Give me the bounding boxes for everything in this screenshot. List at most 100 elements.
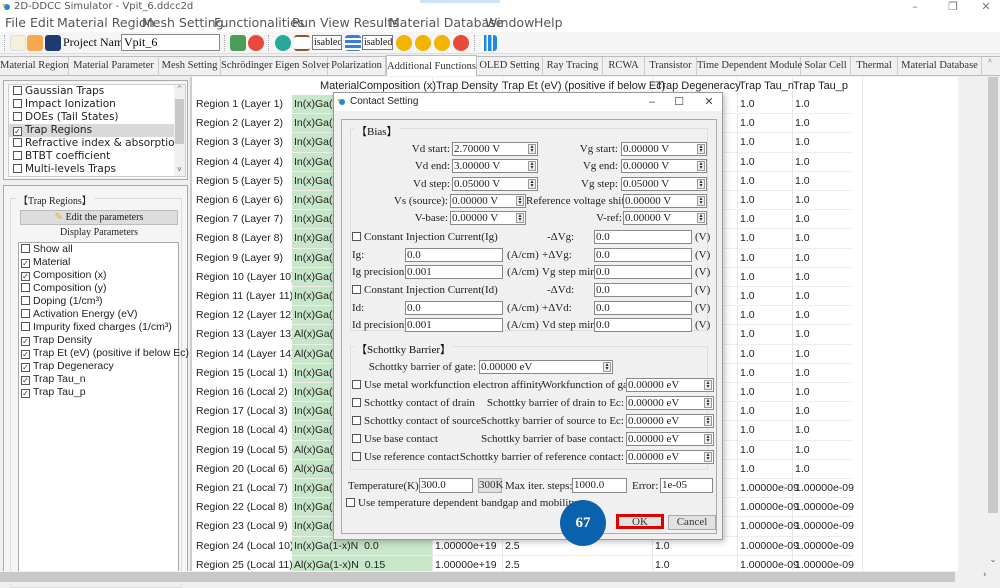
checkbox-icon[interactable] [352, 452, 361, 461]
menu-window[interactable]: Window [485, 15, 534, 30]
max-iter-input[interactable]: 1000.0 [572, 478, 627, 493]
tab-polarization[interactable]: Polarization [328, 57, 386, 76]
tau-p-cell[interactable]: 1.00000e-09 [795, 537, 854, 556]
id-input[interactable]: 0.0 [405, 301, 503, 315]
spin-arrows-icon[interactable]: ▴ ▾ [697, 161, 705, 171]
chart-icon[interactable] [481, 35, 497, 51]
metal-workfunction-checkbox[interactable]: Use metal workfunction electron affinity [352, 379, 543, 391]
spin-arrows-icon[interactable]: ▴ ▾ [697, 213, 705, 223]
et-cell[interactable]: 2.5 [505, 556, 520, 571]
temperature-dependent-checkbox[interactable]: Use temperature dependent bandgap and mo… [346, 497, 577, 509]
spin-arrows-icon[interactable]: ▴ ▾ [697, 179, 705, 189]
tau-n-cell[interactable]: 1.0 [740, 268, 755, 287]
tau-n-cell[interactable]: 1.0 [740, 441, 755, 460]
checkbox-icon[interactable]: ✓ [13, 127, 22, 136]
tau-p-cell[interactable]: 1.0 [795, 153, 810, 172]
checkbox-icon[interactable] [13, 151, 22, 160]
tau-n-cell[interactable]: 1.0 [740, 421, 755, 440]
checkbox-icon[interactable] [13, 99, 22, 108]
tab-thermal[interactable]: Thermal [851, 57, 898, 76]
display-param-item[interactable]: ✓ Material [19, 256, 178, 269]
tau-n-cell[interactable]: 1.0 [740, 249, 755, 268]
spin-arrows-icon[interactable]: ▴ ▾ [704, 416, 712, 426]
checkbox-icon[interactable] [352, 398, 361, 407]
column-header[interactable]: Trap Tau_n [739, 80, 794, 92]
table-row[interactable]: Region 25 (Local 11) Al(x)Ga(1-x)N 0.15 1.0… [192, 555, 958, 571]
tau-n-cell[interactable]: 1.0 [740, 345, 755, 364]
tau-p-cell[interactable]: 1.0 [795, 268, 810, 287]
vs-source-spinbox[interactable]: 0.00000 V ▴ ▾ [450, 194, 526, 208]
tab-rcwa[interactable]: RCWA [603, 57, 645, 76]
disabled-field-2[interactable]: isabled [362, 35, 393, 50]
tau-n-cell[interactable]: 1.0 [740, 364, 755, 383]
menu-help[interactable]: Help [534, 15, 563, 30]
tab-material-database[interactable]: Material Database [898, 57, 982, 76]
vd-step-min-input[interactable]: 0.0 [594, 318, 692, 332]
disabled-field-1[interactable]: isabled [312, 35, 342, 50]
tau-n-cell[interactable]: 1.0 [740, 325, 755, 344]
v-base-spinbox[interactable]: 0.00000 V ▴ ▾ [450, 211, 526, 225]
tab-mesh-setting[interactable]: Mesh Setting [159, 57, 221, 76]
tau-p-cell[interactable]: 1.0 [795, 383, 810, 402]
save-icon[interactable] [45, 35, 61, 51]
tau-n-cell[interactable]: 1.0 [740, 191, 755, 210]
tau-n-cell[interactable]: 1.0 [740, 114, 755, 133]
horizontal-scrollbar[interactable]: › [0, 570, 1000, 583]
menu-view-results[interactable]: View Results [320, 15, 399, 30]
tau-n-cell[interactable]: 1.00000e-09 [740, 556, 799, 571]
tab-oled-setting[interactable]: OLED Setting [477, 57, 543, 76]
constant-injection-id-checkbox[interactable]: Constant Injection Current(Id) [352, 284, 498, 296]
checkbox-icon[interactable] [352, 285, 361, 294]
checkbox-icon[interactable] [352, 232, 361, 241]
tau-p-cell[interactable]: 1.0 [795, 306, 810, 325]
tau-p-cell[interactable]: 1.0 [795, 287, 810, 306]
new-file-icon[interactable] [10, 35, 26, 51]
checkbox-icon[interactable] [21, 296, 30, 305]
checkbox-icon[interactable]: ✓ [21, 350, 30, 359]
spin-arrows-icon[interactable]: ▴ ▾ [704, 398, 712, 408]
spin-arrows-icon[interactable]: ▴ ▾ [704, 434, 712, 444]
tau-p-cell[interactable]: 1.0 [795, 229, 810, 248]
v-ref-spinbox[interactable]: 0.00000 V ▴ ▾ [623, 211, 707, 225]
tab-schrodinger-eigen-solver[interactable]: Schrödinger Eigen Solver [221, 57, 329, 76]
checkbox-icon[interactable]: ✓ [21, 363, 30, 372]
tau-n-cell[interactable]: 1.00000e-09 [740, 537, 799, 556]
scroll-down-icon[interactable]: ⌄ [986, 555, 1000, 564]
function-list[interactable]: Gaussian Traps Impact Ionization DOEs (Tai… [8, 84, 186, 177]
spin-arrows-icon[interactable]: ▴ ▾ [704, 452, 712, 462]
checkbox-icon[interactable] [21, 322, 30, 331]
column-header[interactable]: Material [320, 80, 359, 92]
function-item[interactable]: Impact Ionization [9, 98, 185, 111]
minus-delta-vg-input[interactable]: 0.0 [594, 230, 692, 244]
tau-p-cell[interactable]: 1.0 [795, 364, 810, 383]
tau-n-cell[interactable]: 1.00000e-09 [740, 517, 799, 536]
vd-start-spinbox[interactable]: 2.70000 V ▴ ▾ [452, 142, 538, 156]
plus-delta-vd-input[interactable]: 0.0 [594, 301, 692, 315]
tab-material-region[interactable]: Material Region [0, 57, 69, 76]
tau-n-cell[interactable]: 1.0 [740, 287, 755, 306]
tau-p-cell[interactable]: 1.0 [795, 402, 810, 421]
tau-n-cell[interactable]: 1.0 [740, 210, 755, 229]
spin-arrows-icon[interactable]: ▴ ▾ [516, 213, 524, 223]
checkbox-icon[interactable] [352, 416, 361, 425]
dialog-close-button[interactable]: ✕ [702, 93, 716, 111]
spin-arrows-icon[interactable]: ▴ ▾ [528, 144, 536, 154]
tab-time-dependent-module[interactable]: Time Dependent Module [697, 57, 802, 76]
tau-p-cell[interactable]: 1.0 [795, 95, 810, 114]
checkbox-icon[interactable]: ✓ [21, 389, 30, 398]
tau-n-cell[interactable]: 1.00000e-09 [740, 498, 799, 517]
vg-step-min-input[interactable]: 0.0 [594, 265, 692, 279]
checkbox-icon[interactable] [21, 283, 30, 292]
function-item[interactable]: BTBT coefficient [9, 150, 185, 163]
project-name-input[interactable]: Vpit_6 [121, 34, 220, 51]
tau-p-cell[interactable]: 1.0 [795, 325, 810, 344]
tau-n-cell[interactable]: 1.0 [740, 153, 755, 172]
menu-functionalities[interactable]: Functionalities [214, 15, 304, 30]
menu-material-region[interactable]: Material Region [57, 15, 155, 30]
fast-forward-icon[interactable] [415, 35, 431, 51]
reload-icon[interactable] [248, 35, 264, 51]
tab-ray-tracing[interactable]: Ray Tracing [543, 57, 603, 76]
tau-n-cell[interactable]: 1.0 [740, 229, 755, 248]
reference-voltage-shift-spinbox[interactable]: 0.00000 V ▴ ▾ [623, 194, 707, 208]
checkbox-icon[interactable]: ✓ [21, 259, 30, 268]
